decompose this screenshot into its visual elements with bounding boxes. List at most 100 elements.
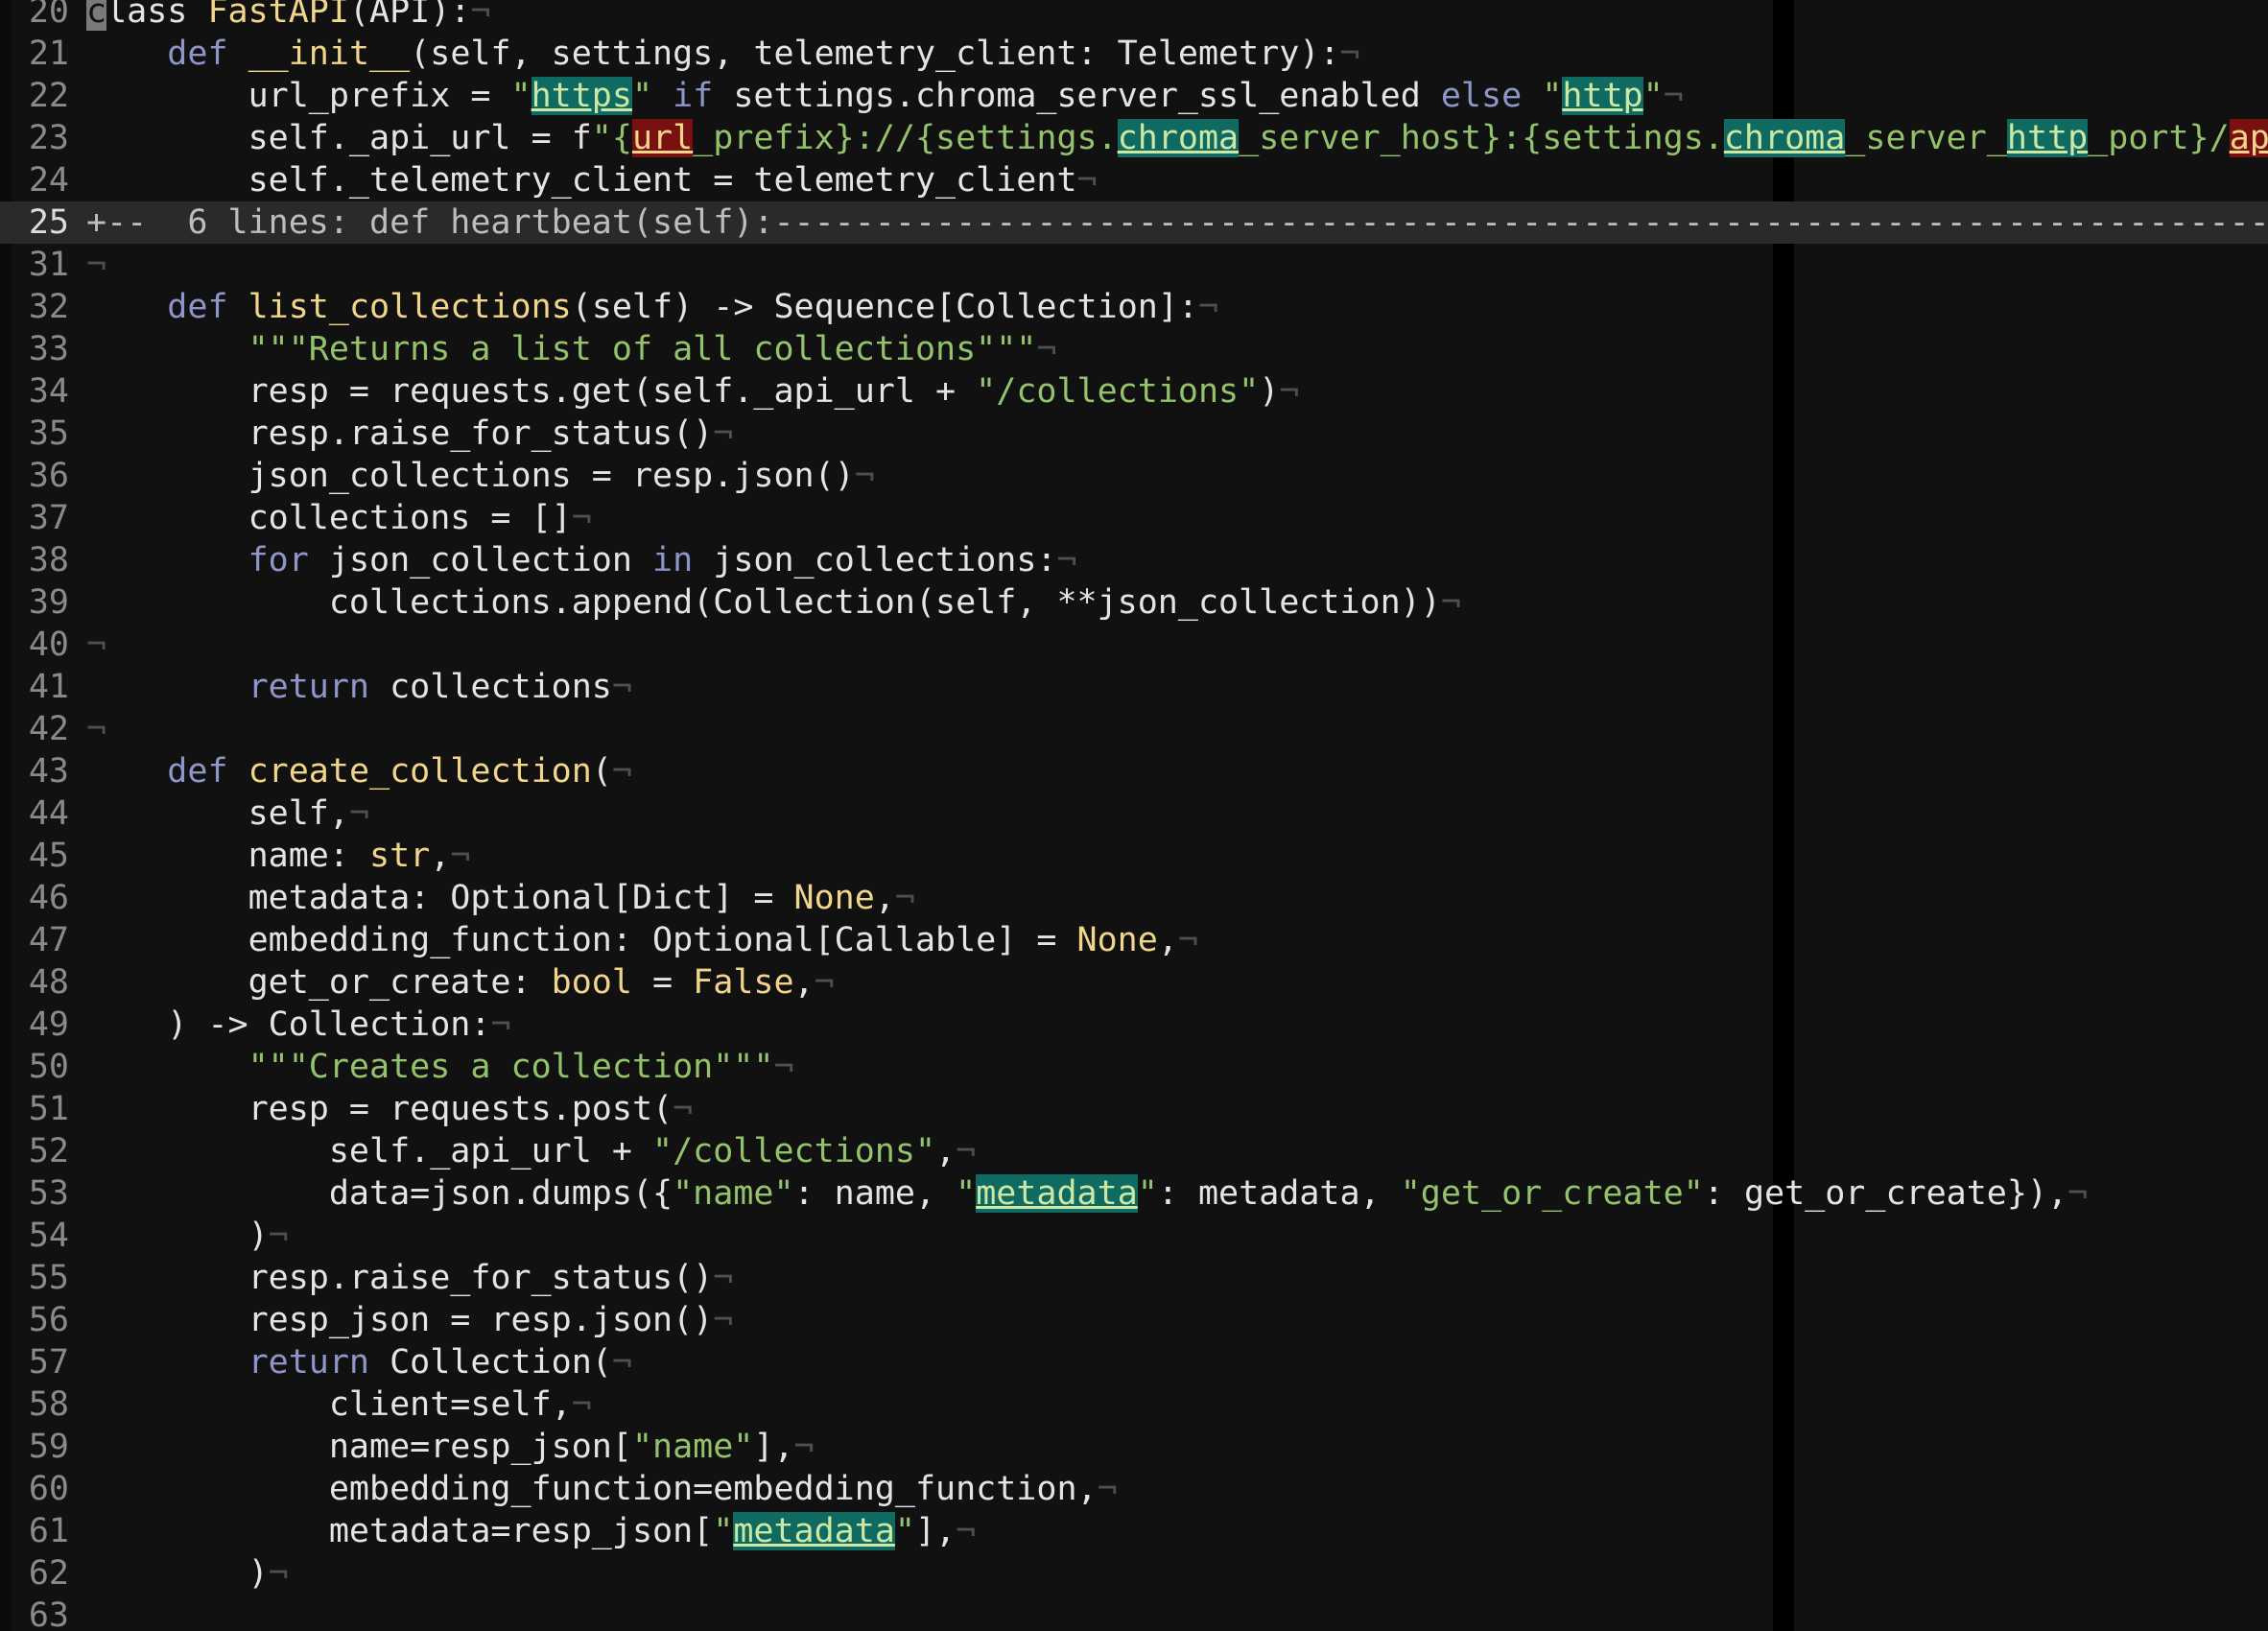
line-code[interactable]: ) -> Collection:¬	[86, 1004, 510, 1046]
code-text: : name,	[793, 1174, 957, 1213]
code-line[interactable]: 61 metadata=resp_json["metadata"],¬	[0, 1510, 2268, 1552]
code-lines[interactable]: 20 class FastAPI(API):¬ 21 def __init__(se…	[0, 0, 2268, 1631]
keyword: return	[248, 1343, 370, 1382]
code-line[interactable]: 41 return collections¬	[0, 666, 2268, 708]
line-code[interactable]: get_or_create: bool = False,¬	[86, 961, 835, 1004]
code-text: resp_json = resp.json()	[86, 1301, 714, 1339]
string-literal: """Returns a list of all collections"""	[248, 330, 1037, 368]
line-code[interactable]: for json_collection in json_collections:…	[86, 539, 1077, 581]
line-code[interactable]: url_prefix = "https" if settings.chroma_…	[86, 75, 1684, 117]
code-line[interactable]: 23 self._api_url = f"{url_prefix}://{set…	[0, 117, 2268, 159]
error-highlight: api	[2229, 119, 2268, 157]
line-code[interactable]: embedding_function=embedding_function,¬	[86, 1468, 1118, 1510]
code-line[interactable]: 44 self,¬	[0, 792, 2268, 835]
code-line[interactable]: 60 embedding_function=embedding_function…	[0, 1468, 2268, 1510]
line-number: 32	[28, 288, 69, 326]
line-code[interactable]: self._api_url = f"{url_prefix}://{settin…	[86, 117, 2268, 159]
line-number: 61	[28, 1512, 69, 1550]
code-text: )	[86, 1217, 269, 1255]
code-line[interactable]: 46 metadata: Optional[Dict] = None,¬	[0, 877, 2268, 919]
code-line[interactable]: 57 return Collection(¬	[0, 1341, 2268, 1383]
line-code[interactable]: resp_json = resp.json()¬	[86, 1299, 734, 1341]
eol-marker: ¬	[268, 1217, 289, 1255]
line-code[interactable]: )¬	[86, 1215, 289, 1257]
code-line[interactable]: 36 json_collections = resp.json()¬	[0, 455, 2268, 497]
line-code[interactable]: resp.raise_for_status()¬	[86, 413, 734, 455]
code-line[interactable]: 52 self._api_url + "/collections",¬	[0, 1130, 2268, 1172]
line-code[interactable]: ¬	[86, 244, 106, 286]
line-code[interactable]: ¬	[86, 708, 106, 750]
code-line[interactable]: 56 resp_json = resp.json()¬	[0, 1299, 2268, 1341]
line-code[interactable]: def __init__(self, settings, telemetry_c…	[86, 33, 1359, 75]
line-code[interactable]: name=resp_json["name"],¬	[86, 1426, 815, 1468]
code-editor[interactable]: 20 class FastAPI(API):¬ 21 def __init__(se…	[0, 0, 2268, 1631]
code-text: self._api_url +	[86, 1132, 653, 1170]
code-line[interactable]: 50 """Creates a collection"""¬	[0, 1046, 2268, 1088]
line-code[interactable]: embedding_function: Optional[Callable] =…	[86, 919, 1198, 961]
line-code[interactable]: metadata=resp_json["metadata"],¬	[86, 1510, 976, 1552]
code-line[interactable]: 22 url_prefix = "https" if settings.chro…	[0, 75, 2268, 117]
line-code[interactable]: +-- 6 lines: def heartbeat(self):-------…	[86, 201, 2268, 244]
code-text: collections = []	[86, 499, 572, 537]
code-line[interactable]: 42 ¬	[0, 708, 2268, 750]
code-text: ) -> Collection:	[86, 1005, 491, 1044]
code-line[interactable]: 38 for json_collection in json_collectio…	[0, 539, 2268, 581]
line-code[interactable]: class FastAPI(API):¬	[86, 0, 490, 33]
line-code[interactable]: resp = requests.get(self._api_url + "/co…	[86, 370, 1300, 413]
code-line[interactable]: 40 ¬	[0, 624, 2268, 666]
code-line[interactable]: 45 name: str,¬	[0, 835, 2268, 877]
code-line[interactable]: 33 """Returns a list of all collections"…	[0, 328, 2268, 370]
line-code[interactable]: collections.append(Collection(self, **js…	[86, 581, 1461, 624]
code-line[interactable]: 49 ) -> Collection:¬	[0, 1004, 2268, 1046]
code-line[interactable]: 24 self._telemetry_client = telemetry_cl…	[0, 159, 2268, 201]
code-line[interactable]: 48 get_or_create: bool = False,¬	[0, 961, 2268, 1004]
line-code[interactable]: self._telemetry_client = telemetry_clien…	[86, 159, 1098, 201]
line-code[interactable]: self._api_url + "/collections",¬	[86, 1130, 976, 1172]
line-code[interactable]: resp = requests.post(¬	[86, 1088, 694, 1130]
code-line[interactable]: 51 resp = requests.post(¬	[0, 1088, 2268, 1130]
line-code[interactable]: """Returns a list of all collections"""¬	[86, 328, 1057, 370]
line-code[interactable]: def list_collections(self) -> Sequence[C…	[86, 286, 1218, 328]
fold-line[interactable]: 25 +-- 6 lines: def heartbeat(self):-----…	[0, 201, 2268, 244]
code-line[interactable]: 55 resp.raise_for_status()¬	[0, 1257, 2268, 1299]
code-line[interactable]: 37 collections = []¬	[0, 497, 2268, 539]
line-number: 53	[28, 1174, 69, 1213]
code-line[interactable]: 62 )¬	[0, 1552, 2268, 1595]
eol-marker: ¬	[571, 1385, 592, 1424]
line-code[interactable]: name: str,¬	[86, 835, 471, 877]
code-text: ,	[430, 837, 451, 875]
code-line[interactable]: 53 data=json.dumps({"name": name, "metad…	[0, 1172, 2268, 1215]
code-line[interactable]: 47 embedding_function: Optional[Callable…	[0, 919, 2268, 961]
builtin-constant: False	[693, 963, 794, 1002]
code-line[interactable]: 58 client=self,¬	[0, 1383, 2268, 1426]
code-line[interactable]: 31 ¬	[0, 244, 2268, 286]
string-literal: "	[713, 1512, 734, 1550]
line-code[interactable]: ¬	[86, 624, 106, 666]
line-code[interactable]: resp.raise_for_status()¬	[86, 1257, 734, 1299]
line-code[interactable]: return collections¬	[86, 666, 632, 708]
line-code[interactable]: def create_collection(¬	[86, 750, 632, 792]
code-line[interactable]: 54 )¬	[0, 1215, 2268, 1257]
code-line[interactable]: 21 def __init__(self, settings, telemetr…	[0, 33, 2268, 75]
code-line[interactable]: 35 resp.raise_for_status()¬	[0, 413, 2268, 455]
line-code[interactable]: client=self,¬	[86, 1383, 592, 1426]
code-line[interactable]: 59 name=resp_json["name"],¬	[0, 1426, 2268, 1468]
code-text: ,	[793, 963, 815, 1002]
line-code[interactable]: collections = []¬	[86, 497, 592, 539]
code-line[interactable]: 39 collections.append(Collection(self, *…	[0, 581, 2268, 624]
line-code[interactable]: json_collections = resp.json()¬	[86, 455, 875, 497]
code-line[interactable]: 63	[0, 1595, 2268, 1631]
line-code[interactable]: return Collection(¬	[86, 1341, 632, 1383]
code-line[interactable]: 43 def create_collection(¬	[0, 750, 2268, 792]
string-literal: "	[1542, 77, 1563, 115]
line-code[interactable]: self,¬	[86, 792, 369, 835]
code-line[interactable]: 34 resp = requests.get(self._api_url + "…	[0, 370, 2268, 413]
code-line[interactable]: 32 def list_collections(self) -> Sequenc…	[0, 286, 2268, 328]
line-code[interactable]: """Creates a collection"""¬	[86, 1046, 794, 1088]
line-code[interactable]: data=json.dumps({"name": name, "metadata…	[86, 1172, 2088, 1215]
line-code[interactable]: )¬	[86, 1552, 289, 1595]
line-code[interactable]: metadata: Optional[Dict] = None,¬	[86, 877, 915, 919]
code-line[interactable]: 20 class FastAPI(API):¬	[0, 0, 2268, 33]
